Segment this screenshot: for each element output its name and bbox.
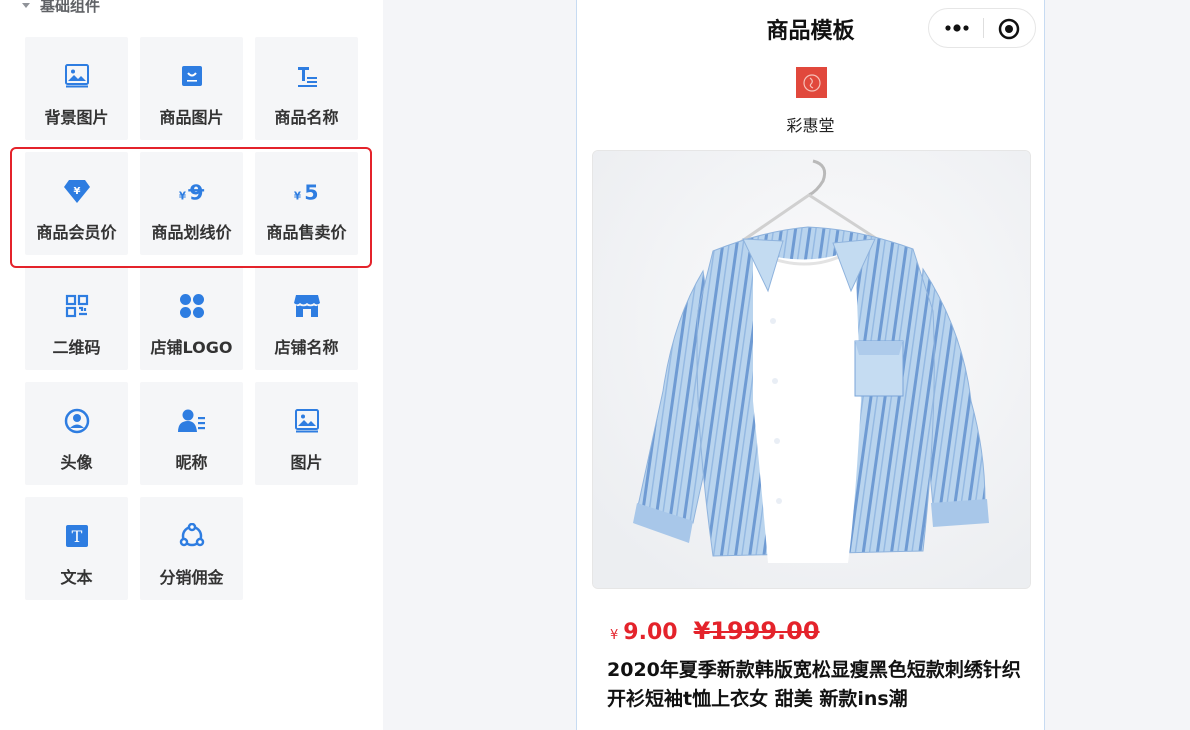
- avatar-icon: [63, 407, 91, 435]
- svg-text:¥: ¥: [178, 190, 186, 202]
- component-avatar[interactable]: 头像: [25, 382, 128, 485]
- section-header[interactable]: 基础组件: [22, 0, 100, 17]
- svg-text:¥: ¥: [73, 186, 80, 197]
- mini-program-capsule: [928, 8, 1036, 48]
- product-name-icon: [293, 62, 321, 90]
- component-commission[interactable]: 分销佣金: [140, 497, 243, 600]
- component-background-image[interactable]: 背景图片: [25, 37, 128, 140]
- component-label: 头像: [60, 453, 93, 472]
- qrcode-icon: [63, 292, 91, 320]
- price-row: ¥ 9.00 ¥1999.00: [610, 617, 820, 651]
- currency-symbol: ¥: [610, 628, 619, 643]
- shop-logo-icon: [178, 292, 206, 320]
- phone-preview: 商品模板 彩惠堂 ¥ 9.00 ¥1999.00 2020年夏季新款韩版宽松显瘦…: [576, 0, 1045, 730]
- component-member-price[interactable]: ¥ 商品会员价: [25, 152, 128, 255]
- nickname-icon: [177, 407, 206, 435]
- shop-name: 彩惠堂: [786, 116, 835, 135]
- svg-text:T: T: [71, 527, 82, 546]
- component-label: 分销佣金: [159, 568, 224, 587]
- component-shop-logo[interactable]: 店铺LOGO: [140, 267, 243, 370]
- component-label: 昵称: [175, 453, 208, 472]
- component-label: 二维码: [52, 338, 101, 357]
- product-image: [592, 150, 1031, 589]
- shop-name-icon: [293, 292, 321, 320]
- svg-text:5: 5: [304, 180, 318, 204]
- text-icon: T: [63, 522, 91, 550]
- background-image-icon: [63, 62, 91, 90]
- close-target-icon[interactable]: [997, 17, 1021, 41]
- section-title: 基础组件: [40, 0, 101, 15]
- component-label: 店铺LOGO: [150, 338, 233, 357]
- sale-price: 9.00: [623, 620, 678, 645]
- product-image-icon: [178, 62, 206, 90]
- component-nickname[interactable]: 昵称: [140, 382, 243, 485]
- product-title: 2020年夏季新款韩版宽松显瘦黑色短款刺绣针织开衫短袖t恤上衣女 甜美 新款in…: [607, 659, 1021, 710]
- component-label: 商品划线价: [151, 223, 232, 242]
- capsule-divider: [983, 18, 984, 38]
- image-icon: [293, 407, 321, 435]
- component-product-image[interactable]: 商品图片: [140, 37, 243, 140]
- original-price: ¥1999.00: [693, 617, 820, 645]
- more-dots-icon[interactable]: [943, 21, 971, 35]
- component-sale-price[interactable]: ¥5 商品售卖价: [255, 152, 358, 255]
- component-shop-name[interactable]: 店铺名称: [255, 267, 358, 370]
- component-image[interactable]: 图片: [255, 382, 358, 485]
- component-text[interactable]: T 文本: [25, 497, 128, 600]
- shop-seal-icon: [802, 73, 821, 92]
- member-price-icon: ¥: [63, 177, 91, 205]
- component-label: 图片: [290, 453, 323, 472]
- component-qrcode[interactable]: 二维码: [25, 267, 128, 370]
- shop-logo: [796, 67, 827, 98]
- svg-text:9: 9: [189, 180, 203, 204]
- component-label: 商品名称: [274, 108, 339, 127]
- component-label: 文本: [60, 568, 93, 587]
- svg-text:¥: ¥: [293, 190, 301, 202]
- component-label: 店铺名称: [274, 338, 339, 357]
- commission-icon: [178, 522, 206, 550]
- component-label: 商品图片: [159, 108, 224, 127]
- component-strikethrough-price[interactable]: ¥9 商品划线价: [140, 152, 243, 255]
- component-product-name[interactable]: 商品名称: [255, 37, 358, 140]
- component-label: 商品售卖价: [266, 223, 347, 242]
- component-label: 商品会员价: [36, 223, 117, 242]
- strikethrough-price-icon: ¥9: [178, 177, 206, 205]
- component-panel: 基础组件 背景图片 商品图片 商品名称 ¥ 商品会员价 ¥9 商品划线价 ¥5: [0, 0, 383, 730]
- component-label: 背景图片: [44, 108, 109, 127]
- caret-down-icon[interactable]: [22, 2, 30, 8]
- sale-price-icon: ¥5: [293, 177, 321, 205]
- striped-shirt-illustration: [593, 151, 1030, 588]
